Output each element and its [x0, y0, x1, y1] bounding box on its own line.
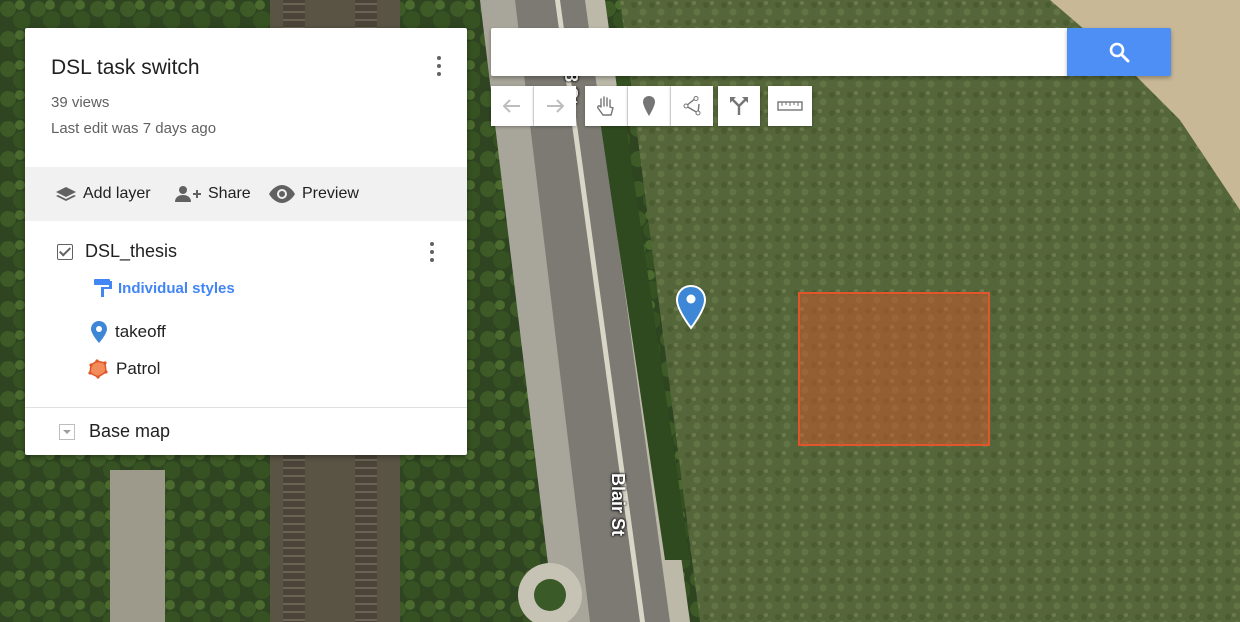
paint-roller-icon [94, 279, 112, 297]
hand-icon [597, 96, 614, 116]
layer-options-menu-icon[interactable] [420, 238, 444, 268]
last-edit-text: Last edit was 7 days ago [51, 120, 217, 137]
feature-patrol[interactable]: Patrol [88, 359, 161, 379]
layer-visibility-checkbox[interactable] [57, 243, 73, 260]
share-button[interactable]: Share [174, 167, 251, 221]
line-icon [683, 96, 701, 116]
add-directions-button[interactable] [718, 86, 760, 126]
feature-label: takeoff [115, 322, 166, 341]
share-label: Share [208, 185, 251, 202]
polygon-icon [88, 359, 108, 379]
location-pin-icon [91, 321, 107, 343]
directions-icon [730, 97, 748, 115]
base-map-label: Base map [89, 421, 171, 441]
redo-icon [547, 99, 564, 113]
map-panel: DSL task switch 39 views Last edit was 7… [25, 28, 467, 455]
eye-icon [269, 185, 295, 203]
patrol-polygon[interactable] [798, 292, 990, 446]
ruler-icon [777, 101, 803, 111]
redo-button[interactable] [534, 86, 576, 126]
view-count: 39 views [51, 94, 110, 111]
panel-divider [25, 407, 467, 408]
search-button[interactable] [1067, 28, 1171, 76]
select-items-button[interactable] [585, 86, 627, 126]
individual-styles-link[interactable]: Individual styles [93, 278, 235, 298]
search-input[interactable] [491, 28, 1067, 76]
undo-icon [503, 99, 520, 113]
marker-icon [643, 96, 655, 116]
layer-name[interactable]: DSL_thesis [85, 241, 177, 262]
panel-actions: Add layer Share Preview [25, 167, 467, 221]
base-map-toggle[interactable]: Base map [59, 421, 170, 442]
add-layer-label: Add layer [83, 185, 151, 202]
measure-button[interactable] [768, 86, 812, 126]
layers-icon [56, 187, 76, 201]
search-icon [1109, 42, 1130, 63]
undo-button[interactable] [491, 86, 533, 126]
preview-button[interactable]: Preview [268, 167, 359, 221]
map-options-menu-icon[interactable] [427, 52, 451, 82]
feature-label: Patrol [116, 359, 161, 378]
individual-styles-label: Individual styles [118, 279, 235, 297]
layer-header: DSL_thesis [57, 241, 177, 262]
map-title[interactable]: DSL task switch [51, 56, 200, 80]
preview-label: Preview [302, 185, 359, 202]
street-label-blair: Blair St [608, 473, 628, 537]
add-layer-button[interactable]: Add layer [55, 167, 151, 221]
add-marker-button[interactable] [628, 86, 670, 126]
add-person-icon [175, 186, 201, 202]
chevron-down-icon [59, 423, 75, 440]
draw-line-button[interactable] [671, 86, 713, 126]
feature-takeoff[interactable]: takeoff [91, 321, 166, 343]
